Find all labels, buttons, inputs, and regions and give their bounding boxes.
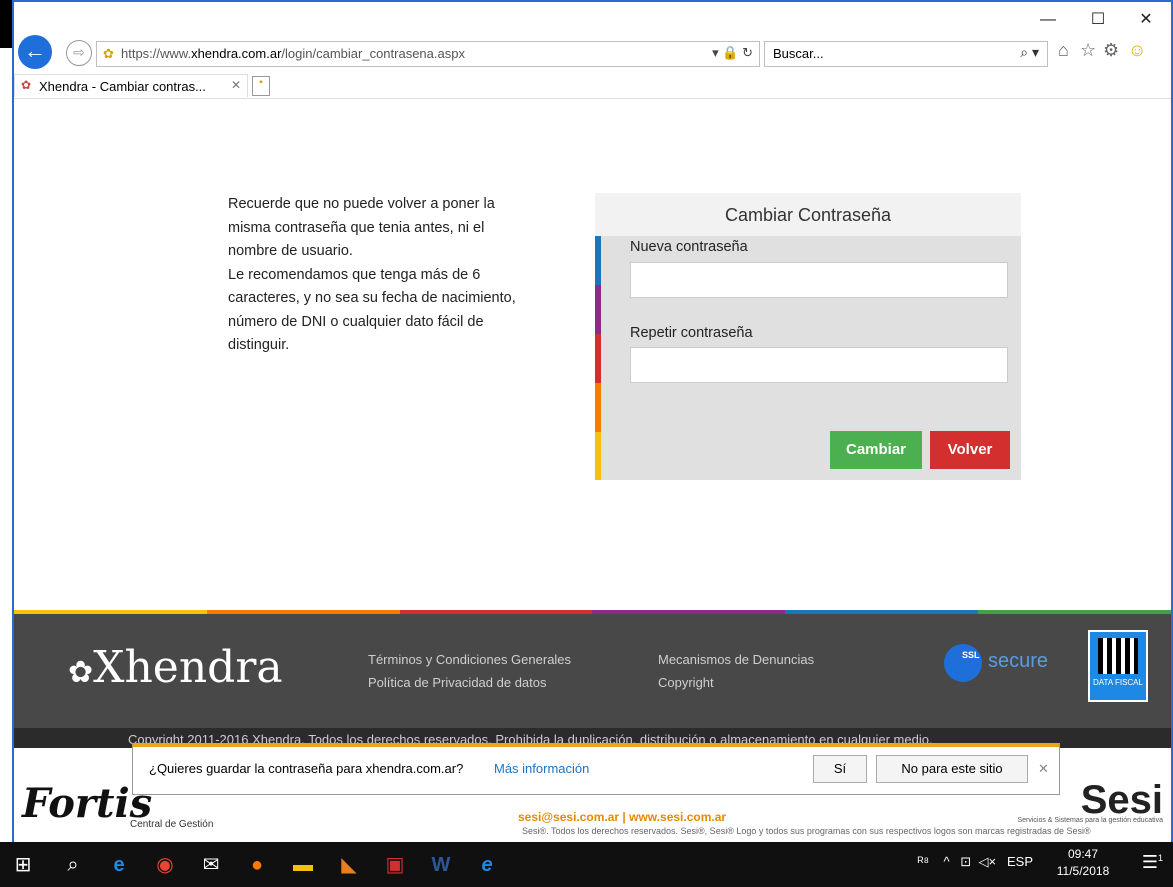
address-bar[interactable]: ✿ https://www.xhendra.com.ar/login/cambi… xyxy=(96,41,760,67)
word-icon[interactable]: W xyxy=(426,850,456,880)
repeat-password-label: Repetir contraseña xyxy=(630,325,753,341)
advice-line: nombre de usuario. xyxy=(228,243,353,259)
sesi-tagline: Servicios & Sistemas para la gestión edu… xyxy=(1017,817,1163,824)
tab-close-icon[interactable]: ✕ xyxy=(231,78,241,92)
save-password-never-button[interactable]: No para este sitio xyxy=(876,755,1028,783)
tab-active[interactable]: ✿ Xhendra - Cambiar contras... ✕ xyxy=(14,74,248,97)
save-password-question: ¿Quieres guardar la contraseña para xhen… xyxy=(149,761,464,776)
advice-line: Recuerde que no puede volver a poner la xyxy=(228,196,495,212)
volume-icon[interactable]: ◁× xyxy=(979,854,997,869)
data-fiscal-badge[interactable]: DATA FISCAL xyxy=(1088,630,1148,702)
window-edge xyxy=(0,0,12,48)
new-tab-button[interactable]: ▪ xyxy=(252,76,270,96)
footer-logo[interactable]: ✿Xhendra xyxy=(68,642,283,693)
arrow-left-icon: ← xyxy=(24,38,46,63)
tab-bar: ✿ Xhendra - Cambiar contras... ✕ ▪ xyxy=(14,72,1171,99)
internet-explorer-icon[interactable]: e xyxy=(472,850,502,880)
search-placeholder: Buscar... xyxy=(773,46,824,61)
complaints-link[interactable]: Mecanismos de Denuncias xyxy=(658,652,814,667)
secure-label: secure xyxy=(988,650,1049,672)
footer-logo-text: Xhendra xyxy=(93,642,283,693)
privacy-link[interactable]: Política de Privacidad de datos xyxy=(368,675,547,690)
chevron-up-icon[interactable]: ^ xyxy=(943,854,949,869)
flower-icon: ✿ xyxy=(68,655,94,690)
repeat-password-input[interactable] xyxy=(630,347,1008,383)
save-password-bar: ¿Quieres guardar la contraseña para xhen… xyxy=(132,743,1060,795)
star-icon[interactable]: ☆ xyxy=(1080,40,1096,61)
tab-favicon-icon: ✿ xyxy=(21,78,32,92)
system-tray[interactable]: ᴿ⁸ ^ ⊡ ◁× ESP xyxy=(918,854,1033,870)
ssl-secure-badge[interactable]: SSL secure xyxy=(944,644,1054,684)
password-advice: Recuerde que no puede volver a poner la … xyxy=(228,193,558,358)
new-tab-icon: ▪ xyxy=(259,77,263,88)
close-icon[interactable]: ✕ xyxy=(1038,761,1049,777)
qr-code-icon xyxy=(1098,638,1138,674)
color-stripe xyxy=(595,285,601,334)
taskbar: ⊞ ⌕ e ◉ ✉ ● ▬ ◣ ▣ W e ᴿ⁸ ^ ⊡ ◁× ESP 09:4… xyxy=(0,842,1173,887)
notification-count: 1 xyxy=(1157,853,1163,863)
back-button[interactable]: ← xyxy=(18,35,52,69)
firefox-icon[interactable]: ● xyxy=(242,850,272,880)
advice-line: Le recomendamos que tenga más de 6 xyxy=(228,266,481,283)
dropdown-icon[interactable]: ▾ xyxy=(712,45,719,60)
data-fiscal-label: DATA FISCAL xyxy=(1093,678,1143,687)
save-password-yes-button[interactable]: Sí xyxy=(813,755,867,783)
advice-line: número de DNI o cualquier dato fácil de xyxy=(228,313,484,330)
site-favicon-icon: ✿ xyxy=(103,46,114,61)
network-icon[interactable]: ⊡ xyxy=(960,854,971,869)
search-icon[interactable]: ⌕ ▾ xyxy=(1020,44,1039,61)
tab-title: Xhendra - Cambiar contras... xyxy=(39,79,206,94)
more-info-link[interactable]: Más información xyxy=(494,761,589,776)
windows-start-icon[interactable]: ⊞ xyxy=(8,850,38,880)
media-app-icon[interactable]: ◣ xyxy=(334,850,364,880)
sesi-legal: Sesi®. Todos los derechos reservados. Se… xyxy=(522,826,1091,836)
file-explorer-icon[interactable]: ▬ xyxy=(288,850,318,880)
advice-line: distinguir. xyxy=(228,337,290,353)
change-password-form: Cambiar Contraseña Nueva contraseña Repe… xyxy=(595,193,1021,480)
ssl-label: SSL xyxy=(962,650,980,660)
color-stripe xyxy=(595,334,601,383)
edge-browser-icon[interactable]: e xyxy=(104,850,134,880)
form-header: Cambiar Contraseña xyxy=(595,193,1021,236)
address-tools[interactable]: ▾ 🔒 ↻ xyxy=(712,45,753,61)
advice-line: caracteres, y no sea su fecha de nacimie… xyxy=(228,290,516,306)
color-stripe xyxy=(595,432,601,480)
refresh-icon[interactable]: ↻ xyxy=(742,45,753,60)
smiley-icon[interactable]: ☺ xyxy=(1128,40,1146,61)
pdf-reader-icon[interactable]: ▣ xyxy=(380,850,410,880)
clock[interactable]: 09:47 11/5/2018 xyxy=(1043,846,1123,880)
address-url[interactable]: https://www.xhendra.com.ar/login/cambiar… xyxy=(121,46,465,61)
terms-link[interactable]: Términos y Condiciones Generales xyxy=(368,652,571,667)
gear-icon[interactable]: ⚙ xyxy=(1103,40,1119,61)
window-border-top xyxy=(12,0,1173,2)
back-link-button[interactable]: Volver xyxy=(930,431,1010,469)
change-button[interactable]: Cambiar xyxy=(830,431,922,469)
people-icon[interactable]: ᴿ⁸ xyxy=(918,854,929,869)
search-input[interactable]: Buscar... ⌕ ▾ xyxy=(764,41,1048,67)
form-title: Cambiar Contraseña xyxy=(724,205,892,225)
advice-line: misma contraseña que tenia antes, ni el xyxy=(228,219,485,236)
arrow-right-icon: ⇨ xyxy=(73,44,85,60)
home-icon[interactable]: ⌂ xyxy=(1058,40,1069,61)
forward-button[interactable]: ⇨ xyxy=(66,40,92,66)
lock-icon[interactable]: 🔒 xyxy=(722,45,738,60)
language-indicator[interactable]: ESP xyxy=(1007,854,1033,869)
copyright-link[interactable]: Copyright xyxy=(658,675,714,690)
search-icon[interactable]: ⌕ xyxy=(58,850,88,880)
color-stripe xyxy=(595,236,601,285)
close-window-button[interactable]: ✕ xyxy=(1128,8,1164,32)
new-password-label: Nueva contraseña xyxy=(630,239,748,255)
minimize-button[interactable]: — xyxy=(1030,8,1066,32)
fortis-subtitle: Central de Gestión xyxy=(130,819,214,830)
maximize-button[interactable]: ☐ xyxy=(1080,8,1116,32)
clock-date: 11/5/2018 xyxy=(1056,864,1110,878)
clock-time: 09:47 xyxy=(1067,847,1099,861)
new-password-input[interactable] xyxy=(630,262,1008,298)
site-footer: ✿Xhendra Términos y Condiciones Generale… xyxy=(14,614,1171,728)
chrome-icon[interactable]: ◉ xyxy=(150,850,180,880)
mail-icon[interactable]: ✉ xyxy=(196,850,226,880)
sesi-contact[interactable]: sesi@sesi.com.ar | www.sesi.com.ar xyxy=(518,810,726,824)
color-stripe xyxy=(595,383,601,432)
notifications-icon[interactable]: ☰1 xyxy=(1142,852,1163,873)
